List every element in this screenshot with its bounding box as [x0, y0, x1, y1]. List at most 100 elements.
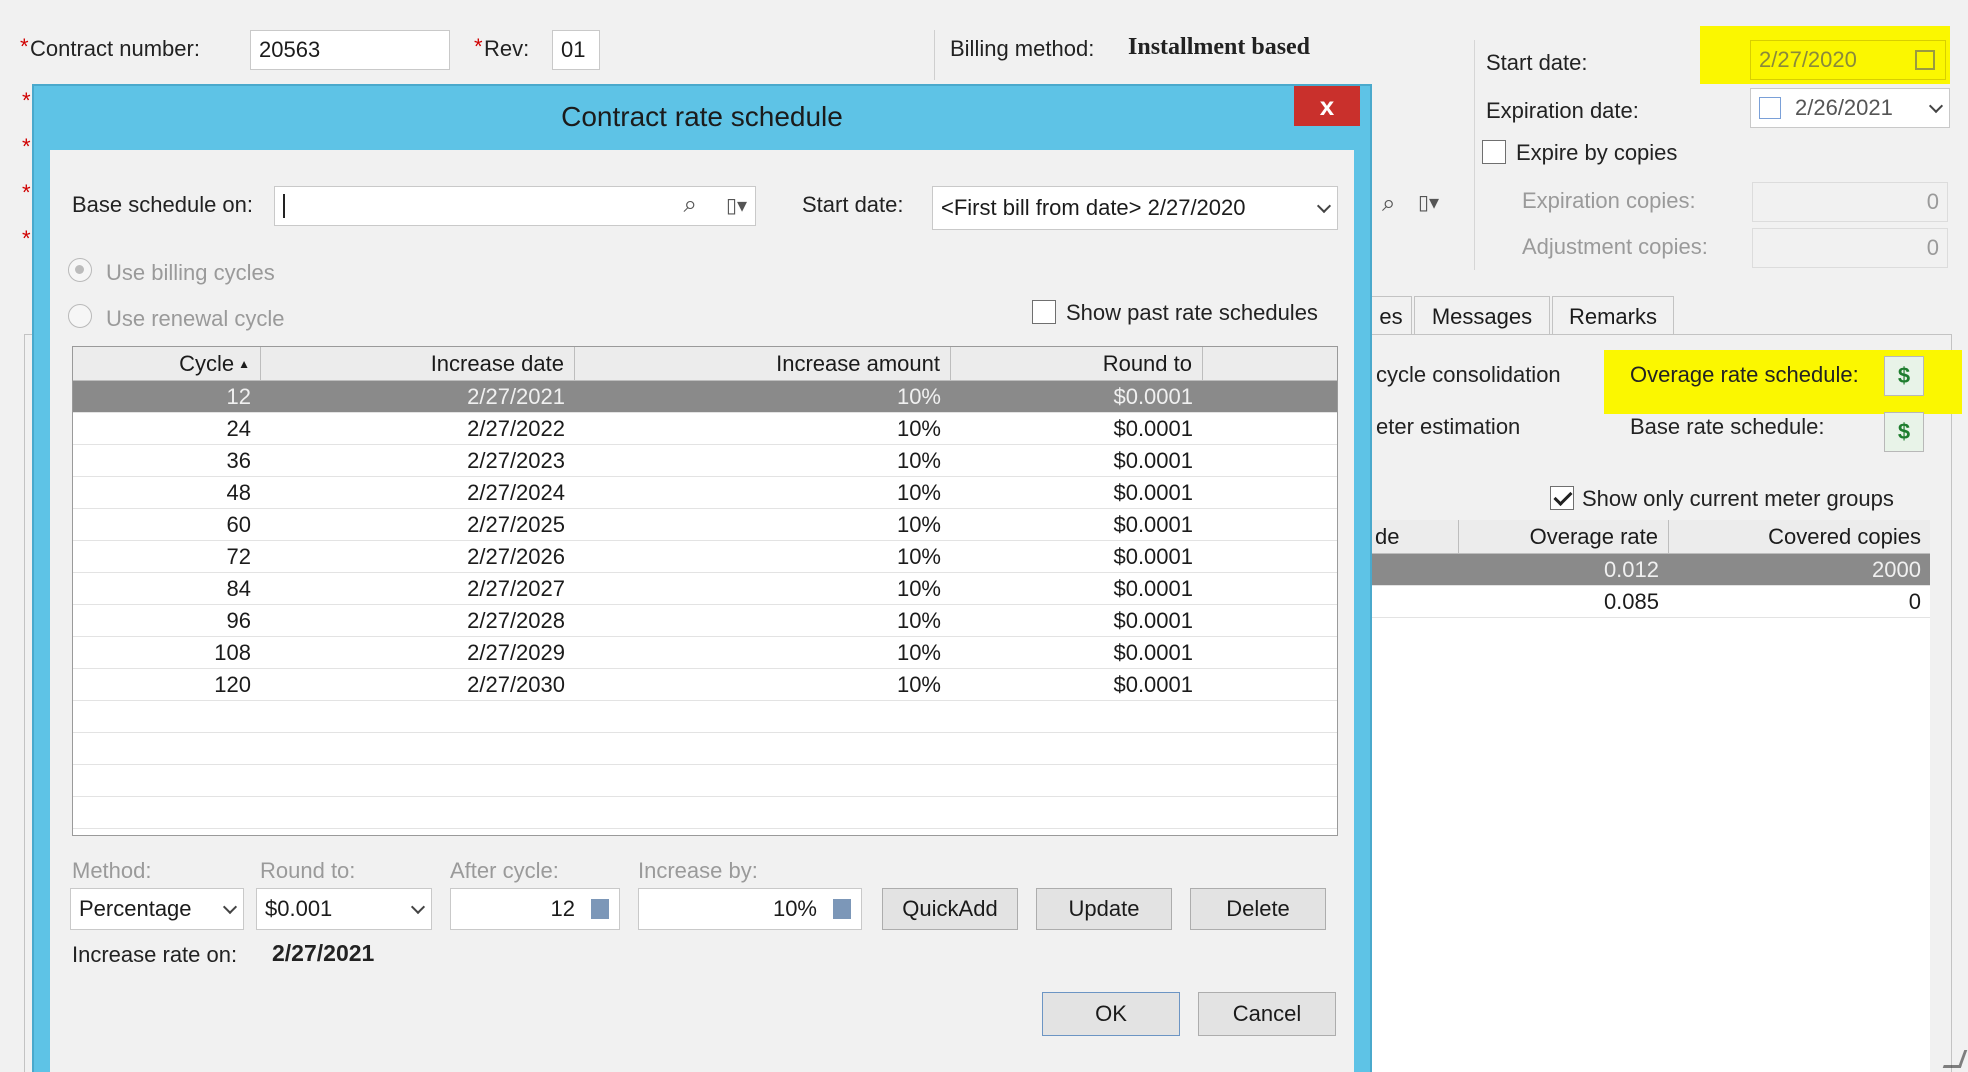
- table-row[interactable]: 72 2/27/2026 10% $0.0001: [73, 541, 1337, 573]
- expiration-copies-label: Expiration copies:: [1522, 188, 1696, 213]
- base-schedule-input[interactable]: ⌕ ▯▾: [274, 186, 756, 226]
- table-row[interactable]: 36 2/27/2023 10% $0.0001: [73, 445, 1337, 477]
- required-marker: *: [22, 180, 31, 205]
- expiration-date-field[interactable]: 2/26/2021: [1750, 88, 1950, 128]
- table-row[interactable]: 84 2/27/2027 10% $0.0001: [73, 573, 1337, 605]
- table-row[interactable]: 48 2/27/2024 10% $0.0001: [73, 477, 1337, 509]
- cycle-cell: 120: [214, 672, 251, 697]
- cycle-consolidation-label: cycle consolidation: [1376, 362, 1561, 387]
- after-cycle-label: After cycle:: [450, 858, 559, 883]
- start-date-field[interactable]: 2/27/2020: [1750, 40, 1946, 80]
- adjustment-copies-field[interactable]: 0: [1752, 228, 1948, 268]
- round-to-cell: $0.0001: [1113, 480, 1193, 505]
- increase-date-cell: 2/27/2029: [467, 640, 565, 665]
- cycle-cell: 24: [226, 416, 251, 441]
- increase-date-cell: 2/27/2022: [467, 416, 565, 441]
- meter-estimation-label: eter estimation: [1376, 414, 1521, 439]
- show-past-checkbox[interactable]: [1032, 300, 1056, 324]
- rate-schedule-grid: Cycle ▲ Increase date Increase amount Ro…: [72, 346, 1338, 836]
- base-rate-schedule-button[interactable]: $: [1884, 412, 1924, 452]
- empty-row: [73, 733, 1337, 765]
- cycle-cell: 36: [226, 448, 251, 473]
- expiration-copies-field[interactable]: 0: [1752, 182, 1948, 222]
- empty-row: [73, 797, 1337, 829]
- increase-date-cell: 2/27/2021: [467, 384, 565, 409]
- tab-remarks[interactable]: Remarks: [1552, 296, 1674, 336]
- overage-rate-schedule-label: Overage rate schedule:: [1630, 362, 1859, 387]
- start-date-select[interactable]: <First bill from date> 2/27/2020: [932, 186, 1338, 230]
- increase-amount-cell: 10%: [896, 448, 941, 473]
- table-row[interactable]: 60 2/27/2025 10% $0.0001: [73, 509, 1337, 541]
- cycle-cell: 48: [226, 480, 251, 505]
- use-billing-cycles-label: Use billing cycles: [106, 260, 275, 285]
- billing-method-label: Billing method:: [950, 36, 1095, 61]
- column-header[interactable]: Covered copies: [1669, 520, 1931, 554]
- increase-amount-cell: 10%: [896, 384, 941, 409]
- meter-grid-header: de Overage rate Covered copies: [1371, 520, 1930, 554]
- round-to-cell: $0.0001: [1113, 512, 1193, 537]
- empty-row: [73, 765, 1337, 797]
- table-row[interactable]: 0.012 2000: [1371, 554, 1930, 586]
- calendar-icon[interactable]: [1915, 50, 1935, 70]
- increase-by-input[interactable]: 10%: [638, 888, 862, 930]
- table-row[interactable]: 120 2/27/2030 10% $0.0001: [73, 669, 1337, 701]
- start-date-value: 2/27/2020: [1759, 47, 1857, 72]
- table-row[interactable]: 108 2/27/2029 10% $0.0001: [73, 637, 1337, 669]
- start-date-value: <First bill from date> 2/27/2020: [941, 195, 1246, 220]
- column-header-label: Cycle: [179, 350, 235, 376]
- covered-copies-cell: 0: [1908, 589, 1921, 614]
- column-header[interactable]: de: [1371, 520, 1459, 554]
- column-header-cycle[interactable]: Cycle ▲: [73, 347, 261, 381]
- divider: [1474, 40, 1475, 270]
- rate-grid-header: Cycle ▲ Increase date Increase amount Ro…: [73, 347, 1337, 381]
- required-marker: *: [22, 134, 31, 159]
- search-icon[interactable]: ⌕: [1382, 190, 1395, 218]
- calculator-icon[interactable]: [833, 899, 851, 919]
- show-only-current-checkbox[interactable]: [1550, 486, 1574, 510]
- contract-number-field[interactable]: 20563: [250, 30, 450, 70]
- update-button[interactable]: Update: [1036, 888, 1172, 930]
- text-cursor: [283, 194, 285, 218]
- expire-by-copies-checkbox[interactable]: [1482, 140, 1506, 164]
- increase-date-cell: 2/27/2023: [467, 448, 565, 473]
- dialog-body: Base schedule on: ⌕ ▯▾ Start date: <Firs…: [50, 150, 1354, 1072]
- round-to-cell: $0.0001: [1113, 384, 1193, 409]
- tab-partial[interactable]: es: [1370, 296, 1412, 336]
- method-select[interactable]: Percentage: [70, 888, 244, 930]
- round-to-select[interactable]: $0.001: [256, 888, 432, 930]
- column-header-increase-amount[interactable]: Increase amount: [575, 347, 951, 381]
- calculator-icon[interactable]: [591, 899, 609, 919]
- column-header-round-to[interactable]: Round to: [951, 347, 1203, 381]
- close-button[interactable]: x: [1294, 86, 1360, 126]
- expiration-date-checkbox[interactable]: [1759, 97, 1781, 119]
- table-row[interactable]: 24 2/27/2022 10% $0.0001: [73, 413, 1337, 445]
- quickadd-button[interactable]: QuickAdd: [882, 888, 1018, 930]
- cancel-button[interactable]: Cancel: [1198, 992, 1336, 1036]
- ok-button[interactable]: OK: [1042, 992, 1180, 1036]
- chevron-down-icon: [1928, 98, 1944, 114]
- covered-copies-cell: 2000: [1872, 557, 1921, 582]
- show-only-current-label: Show only current meter groups: [1582, 486, 1894, 511]
- search-icon[interactable]: ⌕: [684, 191, 697, 219]
- required-marker: *: [474, 34, 483, 59]
- table-row[interactable]: 0.085 0: [1371, 586, 1930, 618]
- bookmark-menu-icon[interactable]: ▯▾: [726, 193, 747, 218]
- rev-field[interactable]: 01: [552, 30, 600, 70]
- close-icon: x: [1319, 90, 1335, 121]
- use-renewal-cycle-radio[interactable]: [68, 304, 92, 328]
- tab-messages[interactable]: Messages: [1414, 296, 1550, 336]
- increase-amount-cell: 10%: [896, 576, 941, 601]
- required-marker: *: [22, 88, 31, 113]
- delete-button[interactable]: Delete: [1190, 888, 1326, 930]
- use-billing-cycles-radio[interactable]: [68, 258, 92, 282]
- expiration-date-label: Expiration date:: [1486, 98, 1639, 123]
- table-row[interactable]: 96 2/27/2028 10% $0.0001: [73, 605, 1337, 637]
- column-header[interactable]: Overage rate: [1459, 520, 1669, 554]
- increase-date-cell: 2/27/2025: [467, 512, 565, 537]
- table-row[interactable]: 12 2/27/2021 10% $0.0001: [73, 381, 1337, 413]
- after-cycle-input[interactable]: 12: [450, 888, 620, 930]
- base-rate-schedule-label: Base rate schedule:: [1630, 414, 1825, 439]
- column-header-increase-date[interactable]: Increase date: [261, 347, 575, 381]
- bookmark-menu-icon[interactable]: ▯▾: [1418, 190, 1439, 215]
- overage-rate-schedule-button[interactable]: $: [1884, 356, 1924, 396]
